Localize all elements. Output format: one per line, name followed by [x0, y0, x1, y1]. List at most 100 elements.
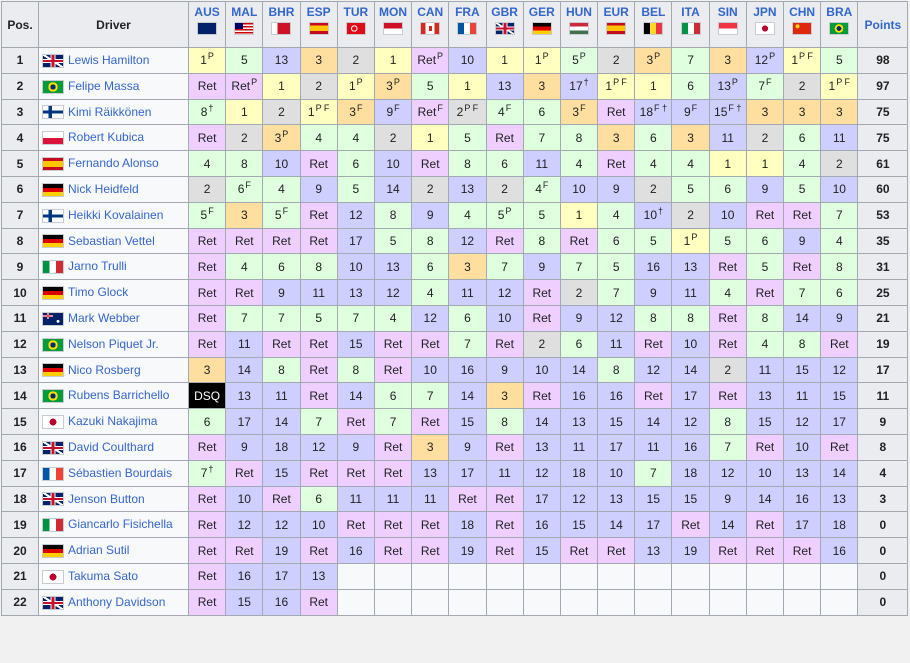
result-cell: Ret — [559, 537, 599, 564]
result-cell: Ret — [485, 485, 524, 513]
result-value: Ret — [829, 440, 849, 455]
driver-cell[interactable]: David Coulthard — [38, 433, 189, 461]
driver-name-link[interactable]: Jarno Trulli — [68, 259, 127, 273]
race-header-jpn[interactable]: JPN — [745, 1, 785, 48]
race-header-esp[interactable]: ESP — [299, 1, 338, 48]
driver-cell[interactable]: Lewis Hamilton — [38, 47, 189, 74]
driver-name-link[interactable]: Lewis Hamilton — [68, 53, 149, 67]
driver-cell[interactable]: Fernando Alonso — [38, 150, 189, 177]
result-value: 13 — [497, 79, 512, 94]
result-cell: 15 — [448, 408, 487, 435]
result-cell: 3 — [671, 124, 710, 152]
driver-name-link[interactable]: Sebastian Vettel — [68, 234, 155, 248]
table-row: 14 Rubens Barrichello DSQ 13 11 Ret 14 6 7 14 3 Ret… — [1, 382, 909, 410]
race-header-ita[interactable]: ITA — [671, 1, 710, 48]
race-header-eur[interactable]: EUR — [597, 1, 636, 48]
driver-name-link[interactable]: Anthony Davidson — [68, 595, 165, 609]
driver-name-link[interactable]: Jenson Button — [68, 492, 145, 506]
driver-cell[interactable]: Kazuki Nakajima — [38, 408, 189, 435]
result-value: Ret — [569, 233, 589, 248]
driver-cell[interactable]: Takuma Sato — [38, 562, 189, 590]
result-value: 4 — [389, 311, 397, 326]
result-value: 10 — [460, 53, 475, 68]
result-cell: 17 — [448, 459, 487, 487]
result-value: 11 — [238, 337, 251, 352]
result-value: 2 — [203, 182, 211, 197]
driver-cell[interactable]: Jenson Button — [38, 485, 189, 513]
driver-name-link[interactable]: Rubens Barrichello — [68, 388, 169, 402]
driver-name-link[interactable]: Kimi Räikkönen — [68, 105, 151, 119]
driver-cell[interactable]: Sébastien Bourdais — [38, 459, 189, 487]
driver-name-link[interactable]: Takuma Sato — [68, 569, 138, 583]
driver-cell[interactable]: Nico Rosberg — [38, 356, 189, 384]
driver-name-link[interactable]: Giancarlo Fisichella — [68, 517, 173, 531]
driver-cell[interactable]: Jarno Trulli — [38, 253, 189, 281]
driver-name-link[interactable]: Felipe Massa — [68, 79, 139, 93]
driver-name-link[interactable]: Nick Heidfeld — [68, 182, 139, 196]
result-value: 18 — [639, 104, 654, 119]
driver-cell[interactable]: Anthony Davidson — [38, 588, 189, 616]
driver-cell[interactable]: Sebastian Vettel — [38, 227, 189, 255]
race-header-ger[interactable]: GER — [522, 1, 561, 48]
race-header-tur[interactable]: TUR — [336, 1, 375, 48]
result-value: 14 — [795, 311, 809, 326]
driver-cell[interactable]: Felipe Massa — [38, 72, 189, 100]
result-cell: 6 — [634, 124, 673, 152]
result-cell: 5 — [522, 201, 561, 229]
driver-cell[interactable]: Robert Kubica — [38, 124, 189, 152]
driver-cell[interactable]: Heikki Kovalainen — [38, 201, 189, 229]
driver-name-link[interactable]: Heikki Kovalainen — [68, 208, 163, 222]
driver-name-link[interactable]: Mark Webber — [68, 311, 140, 325]
race-header-chn[interactable]: CHN — [782, 1, 822, 48]
result-cell: RetF — [411, 98, 450, 126]
result-cell: RetP — [411, 47, 450, 74]
driver-name-link[interactable]: Robert Kubica — [68, 130, 144, 144]
race-header-can[interactable]: CAN — [411, 1, 450, 48]
driver-cell[interactable]: Nick Heidfeld — [38, 175, 189, 203]
result-value: 8 — [464, 156, 471, 171]
result-cell: 5P — [485, 201, 524, 229]
race-header-mon[interactable]: MON — [373, 1, 413, 48]
driver-cell[interactable]: Rubens Barrichello — [38, 382, 189, 410]
result-value: Ret — [197, 285, 217, 300]
driver-name-link[interactable]: Nelson Piquet Jr. — [68, 337, 159, 351]
race-header-gbr[interactable]: GBR — [485, 1, 524, 48]
race-header-mal[interactable]: MAL — [225, 1, 264, 48]
driver-name-link[interactable]: Fernando Alonso — [68, 156, 159, 170]
race-header-aus[interactable]: AUS — [187, 1, 227, 48]
result-value: 13 — [386, 259, 400, 274]
race-header-sin[interactable]: SIN — [708, 1, 747, 48]
driver-name-link[interactable]: Nico Rosberg — [68, 363, 141, 377]
driver-name-link[interactable]: Timo Glock — [68, 285, 128, 299]
result-value: 10 — [795, 440, 809, 455]
result-cell: 5P — [559, 47, 599, 74]
driver-name-link[interactable]: David Coulthard — [68, 440, 154, 454]
result-cell: 7 — [597, 279, 636, 306]
result-cell: 6 — [187, 408, 227, 435]
points-header[interactable]: Points — [857, 1, 909, 48]
driver-cell[interactable]: Giancarlo Fisichella — [38, 511, 189, 539]
race-header-hun[interactable]: HUN — [559, 1, 599, 48]
result-cell: Ret — [485, 511, 524, 539]
result-value: 4 — [352, 130, 360, 145]
race-header-bhr[interactable]: BHR — [262, 1, 301, 48]
result-value: 4 — [498, 104, 505, 119]
race-header-fra[interactable]: FRA — [448, 1, 487, 48]
driver-cell[interactable]: Mark Webber — [38, 304, 189, 332]
driver-cell[interactable]: Nelson Piquet Jr. — [38, 330, 189, 358]
table-row: 17 Sébastien Bourdais 7† Ret 15 Ret Ret Ret 13 17… — [1, 459, 909, 487]
race-header-bra[interactable]: BRA — [820, 1, 859, 48]
driver-name-link[interactable]: Kazuki Nakajima — [68, 414, 157, 428]
driver-cell[interactable]: Kimi Räikkönen — [38, 98, 189, 126]
driver-name-link[interactable]: Adrian Sutil — [68, 543, 129, 557]
result-cell: 13 — [299, 562, 338, 590]
result-value: 12 — [572, 491, 586, 506]
result-cell: 8 — [634, 304, 673, 332]
result-cell: 16 — [522, 511, 561, 539]
driver-name-link[interactable]: Sébastien Bourdais — [68, 466, 172, 480]
position-cell: 8 — [1, 227, 39, 255]
result-value: 2 — [612, 53, 620, 68]
race-header-bel[interactable]: BEL — [634, 1, 673, 48]
driver-cell[interactable]: Adrian Sutil — [38, 537, 189, 564]
driver-cell[interactable]: Timo Glock — [38, 279, 189, 306]
